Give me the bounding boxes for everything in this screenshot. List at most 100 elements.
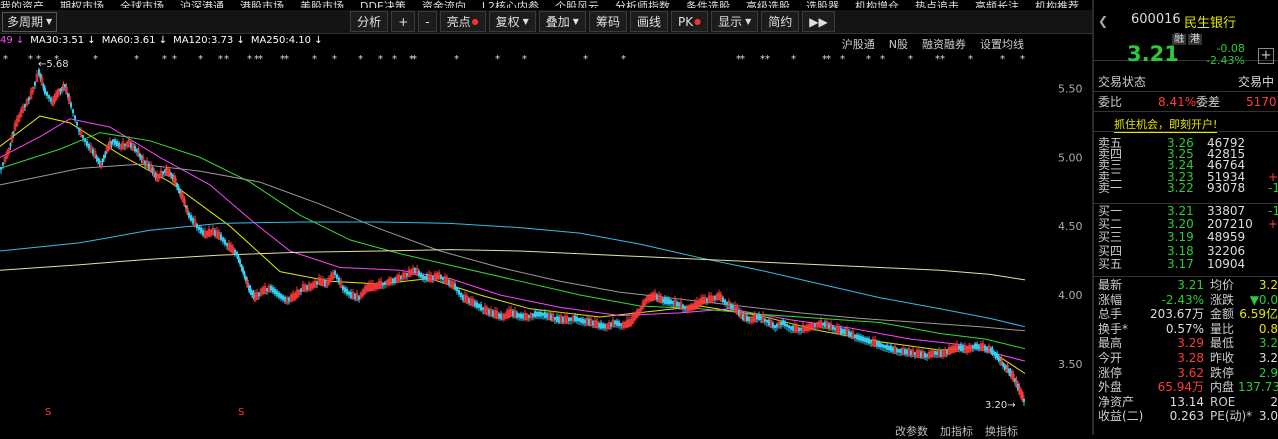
event-star-icon[interactable]: * — [940, 54, 945, 65]
event-star-icon[interactable]: * — [218, 54, 223, 65]
top-menu-item[interactable]: L2核心内参 — [482, 1, 539, 8]
toolbar-button[interactable]: 画线 — [629, 11, 668, 32]
event-star-icon[interactable]: * — [840, 54, 845, 65]
top-menu-item[interactable]: 期权市场 — [60, 1, 104, 8]
add-watchlist-button[interactable]: + — [1258, 48, 1274, 64]
event-star-icon[interactable]: * — [134, 54, 139, 65]
event-star-icon[interactable]: * — [968, 54, 973, 65]
top-menu-item[interactable]: DDE决策 — [360, 1, 406, 8]
event-star-icon[interactable]: * — [28, 54, 33, 65]
top-menu-item[interactable]: 资金流向 — [422, 1, 466, 8]
top-menu-item[interactable]: 个股风云 — [555, 1, 599, 8]
top-menu-item[interactable]: 机构增仓 — [855, 1, 899, 8]
toolbar-button[interactable]: 叠加 ▼ — [538, 11, 586, 32]
event-star-icon[interactable]: * — [454, 54, 459, 65]
indicator-tabs: 改参数 加指标 换指标 — [895, 423, 1030, 439]
candlestick — [670, 298, 672, 307]
top-menu-item[interactable]: 分析师指数 — [615, 1, 670, 8]
top-menu-item[interactable]: 选股器 — [806, 1, 839, 8]
toolbar-button[interactable]: 分析 — [350, 11, 389, 32]
event-star-icon[interactable]: * — [224, 54, 229, 65]
event-star-icon[interactable]: * — [880, 54, 885, 65]
event-star-icon[interactable]: * — [247, 54, 252, 65]
indicator-tab[interactable]: 换指标 — [985, 425, 1018, 438]
event-star-icon[interactable]: * — [3, 54, 8, 65]
order-volume: 207210 — [1207, 217, 1253, 232]
event-star-icon[interactable]: * — [358, 54, 363, 65]
toolbar-button[interactable]: 亮点 ● — [439, 11, 486, 32]
candlestick — [682, 303, 684, 312]
top-menu-item[interactable]: 我的资产 — [0, 1, 44, 8]
candlestick — [790, 325, 792, 334]
event-star-icon[interactable]: * — [332, 54, 337, 65]
event-star-icon[interactable]: * — [740, 54, 745, 65]
indicator-tab[interactable]: 加指标 — [940, 425, 973, 438]
toolbar-button[interactable]: + — [391, 11, 416, 32]
toolbar-button[interactable]: PK ● — [670, 11, 709, 32]
event-star-icon[interactable]: * — [866, 54, 871, 65]
event-star-icon[interactable]: * — [826, 54, 831, 65]
order-book-row[interactable]: 买五 3.17 10904 — [1098, 256, 1274, 271]
order-level-label: 买四 — [1098, 243, 1123, 258]
stat-value: 137.73万 — [1238, 380, 1278, 395]
toolbar-button[interactable]: 复权 ▼ — [488, 11, 536, 32]
kline-chart[interactable]: * * * * * * * * * * * * * * * * * * * * * ** * * * * * * * * * * * * * * * * *… — [0, 50, 1092, 423]
top-menu-item[interactable]: 热点追击 — [915, 1, 959, 8]
order-book-row[interactable]: 卖一 3.22 93078 -17 — [1098, 182, 1278, 194]
candlestick — [422, 273, 424, 283]
candlestick — [456, 286, 458, 295]
event-star-icon[interactable]: * — [198, 54, 203, 65]
order-level-label: 买五 — [1098, 256, 1123, 271]
top-menu-item[interactable]: 机构推荐 — [1035, 1, 1079, 8]
order-book-row[interactable]: 买四 3.18 32206 — [1098, 243, 1274, 258]
toolbar-button[interactable]: - — [418, 11, 437, 32]
stat-value: 2.9 — [1258, 365, 1278, 380]
top-menu-item[interactable]: 高级选股 — [746, 1, 790, 8]
candlestick — [460, 291, 462, 300]
event-star-icon[interactable]: * — [258, 54, 263, 65]
top-menu-item[interactable]: 沪深港通 — [180, 1, 224, 8]
event-star-icon[interactable]: * — [765, 54, 770, 65]
toolbar-button[interactable]: ▶▶ — [802, 11, 835, 32]
period-selector[interactable]: 多周期 ▼ — [2, 11, 58, 32]
candlestick — [339, 277, 343, 289]
event-star-icon[interactable]: * — [621, 54, 626, 65]
back-arrow-icon[interactable]: ❮ — [1098, 14, 1108, 28]
order-book-row[interactable]: 买二 3.20 207210 +2 — [1098, 217, 1278, 232]
order-book-row[interactable]: 买三 3.19 48959 — [1098, 231, 1274, 243]
trade-status-row: 交易状态 交易中 — [1098, 74, 1274, 90]
event-star-icon[interactable]: * — [392, 54, 397, 65]
toolbar-button[interactable]: 简约 — [761, 11, 800, 32]
event-star-icon[interactable]: * — [162, 54, 167, 65]
candlestick — [48, 94, 50, 103]
top-menu-item[interactable]: 高频长注 — [975, 1, 1019, 8]
event-star-icon[interactable]: * — [791, 54, 796, 65]
candlestick — [825, 318, 829, 330]
event-star-icon[interactable]: * — [172, 54, 177, 65]
event-star-icon[interactable]: * — [284, 54, 289, 65]
indicator-tab[interactable]: 改参数 — [895, 425, 928, 438]
top-menu-item[interactable]: 条件选股 — [686, 1, 730, 8]
top-menu-item[interactable]: 全球市场 — [120, 1, 164, 8]
candlestick — [351, 289, 355, 300]
toolbar-button[interactable]: 显示 ▼ — [711, 11, 759, 32]
event-star-icon[interactable]: * — [495, 54, 500, 65]
stat-row: 总手 203.67万 金额 6.59亿 — [1098, 307, 1278, 322]
top-menu-item[interactable]: 美股市场 — [300, 1, 344, 8]
event-star-icon[interactable]: * — [378, 54, 383, 65]
event-star-icon[interactable]: * — [522, 54, 527, 65]
event-star-icon[interactable]: * — [583, 54, 588, 65]
toolbar-button[interactable]: 筹码 — [588, 11, 627, 32]
event-star-icon[interactable]: * — [908, 54, 913, 65]
event-star-icon[interactable]: * — [1000, 54, 1005, 65]
low-price-label: 3.20→ — [985, 400, 1016, 411]
event-star-icon[interactable]: * — [412, 54, 417, 65]
ma-legend-item: MA250:4.10 ↓ — [250, 35, 323, 46]
order-book-row[interactable]: 买一 3.21 33807 -19 — [1098, 205, 1278, 217]
event-star-icon[interactable]: * — [1020, 54, 1025, 65]
candlestick — [595, 317, 599, 329]
event-star-icon[interactable]: * — [93, 54, 98, 65]
event-star-icon[interactable]: * — [312, 54, 317, 65]
top-menu-item[interactable]: 港股市场 — [240, 1, 284, 8]
y-tick-label: 4.00 — [1058, 289, 1083, 302]
